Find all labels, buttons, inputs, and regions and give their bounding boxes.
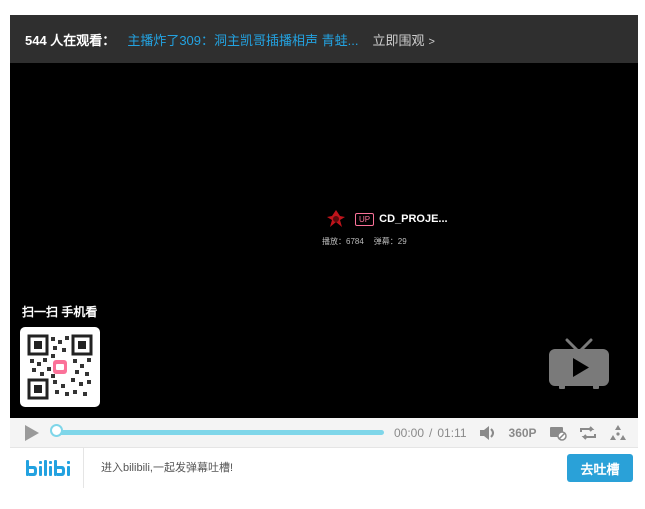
- loop-icon: [579, 425, 596, 440]
- video-area[interactable]: UP CD_PROJE... 播放：6784 弹幕：29 扫一扫 手机看: [10, 63, 638, 418]
- bilibili-logo-icon: [26, 460, 70, 476]
- quality-selector[interactable]: 360P: [509, 426, 537, 440]
- up-name[interactable]: CD_PROJE...: [379, 213, 447, 225]
- live-title-link[interactable]: 主播炸了309：洞主凯哥插播相声 青蛙...: [127, 30, 358, 49]
- fullscreen-button[interactable]: [609, 424, 627, 442]
- danmaku-input[interactable]: [99, 461, 567, 475]
- bilibili-logo[interactable]: [25, 448, 84, 488]
- fullscreen-icon: [609, 424, 626, 440]
- progress-handle[interactable]: [50, 424, 63, 437]
- play-count: 播放：6784: [322, 237, 364, 246]
- up-badge: UP: [355, 212, 375, 226]
- control-bar: 00:00 / 01:11 360P: [10, 418, 638, 447]
- watch-now-label: 立即围观: [372, 32, 425, 48]
- time-display: 00:00 / 01:11: [394, 426, 467, 440]
- loop-button[interactable]: [579, 425, 597, 441]
- watch-now-link[interactable]: 立即围观 >: [372, 30, 434, 49]
- qr-code-icon: [27, 334, 93, 400]
- progress-bar[interactable]: [50, 424, 384, 437]
- danmaku-toggle-button[interactable]: [549, 425, 567, 441]
- time-separator: /: [429, 425, 433, 440]
- qr-label: 扫一扫 手机看: [22, 305, 98, 319]
- danmaku-count: 弹幕：29: [373, 237, 407, 246]
- send-danmaku-button[interactable]: 去吐槽: [567, 454, 633, 482]
- danmaku-bar: 去吐槽: [10, 447, 638, 488]
- qr-code: [20, 327, 100, 407]
- video-player: 544 人在观看： 主播炸了309：洞主凯哥插播相声 青蛙... 立即围观 > U…: [10, 15, 638, 488]
- tv-icon[interactable]: [547, 338, 611, 392]
- total-time: 01:11: [437, 425, 467, 440]
- volume-button[interactable]: [479, 425, 497, 441]
- play-icon: [25, 424, 39, 441]
- up-avatar-icon: [327, 210, 345, 227]
- chevron-right-icon: >: [428, 35, 435, 48]
- live-banner: 544 人在观看： 主播炸了309：洞主凯哥插播相声 青蛙... 立即围观 >: [10, 15, 638, 63]
- danmaku-toggle-icon: [549, 426, 567, 441]
- up-info: UP CD_PROJE... 播放：6784 弹幕：29: [322, 208, 448, 247]
- volume-icon: [479, 425, 494, 440]
- current-time: 00:00: [394, 425, 425, 440]
- play-button[interactable]: [22, 424, 40, 442]
- viewer-count: 544 人在观看：: [25, 32, 116, 48]
